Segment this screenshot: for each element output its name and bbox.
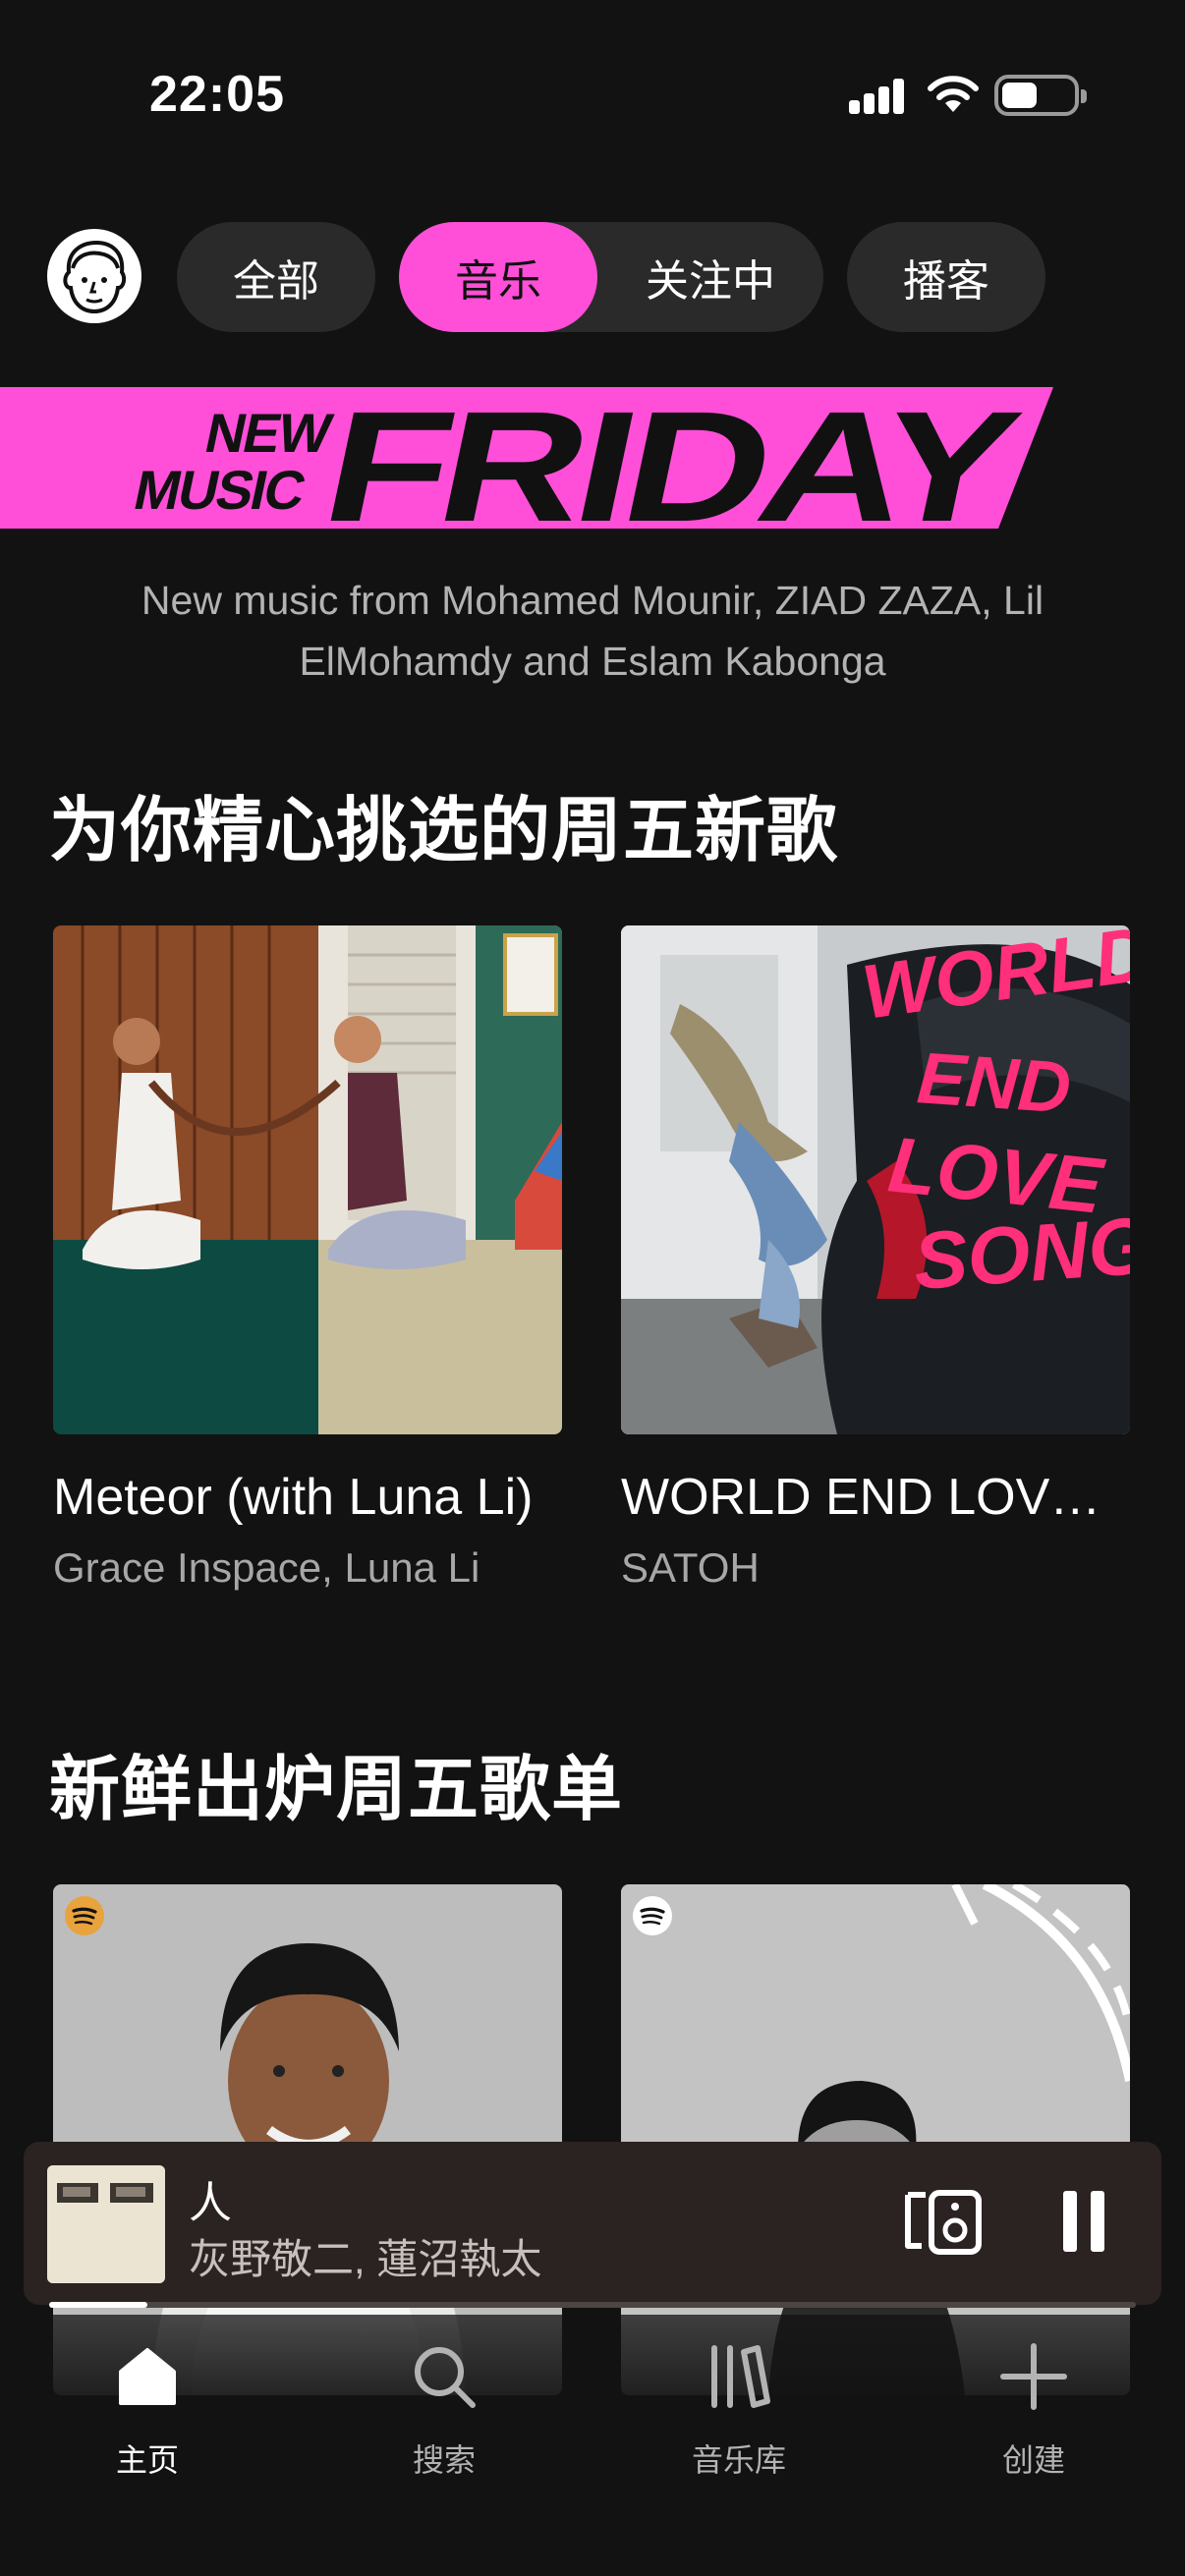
banner-word-music: MUSIC bbox=[129, 460, 310, 521]
art-word-song: SONG bbox=[911, 1201, 1130, 1307]
nav-item-create[interactable]: 创建 bbox=[935, 2342, 1132, 2481]
nav-item-home[interactable]: 主页 bbox=[49, 2342, 246, 2481]
status-bar: 22:05 bbox=[0, 0, 1185, 187]
playback-progress-fill bbox=[49, 2302, 147, 2308]
nav-item-library[interactable]: 音乐库 bbox=[641, 2342, 837, 2481]
track-artist: SATOH bbox=[621, 1544, 760, 1591]
track-card-meteor[interactable]: Meteor (with Luna Li) Grace Inspace, Lun… bbox=[53, 925, 562, 1592]
track-title: WORLD END LOVE SONG bbox=[621, 1469, 1130, 1526]
chip-music[interactable]: 音乐 bbox=[399, 222, 597, 332]
bottom-navigation: 主页 搜索 音乐库 创建 bbox=[0, 2315, 1185, 2576]
nav-item-search[interactable]: 搜索 bbox=[346, 2342, 542, 2481]
nav-label-create: 创建 bbox=[1001, 2442, 1065, 2478]
chip-podcasts[interactable]: 播客 bbox=[847, 222, 1045, 332]
chip-group-music: 音乐 关注中 bbox=[399, 222, 823, 332]
profile-avatar[interactable] bbox=[47, 229, 141, 323]
plus-icon bbox=[1000, 2343, 1067, 2410]
battery-fill bbox=[1002, 83, 1038, 108]
status-time: 22:05 bbox=[149, 66, 285, 123]
pause-icon bbox=[1063, 2191, 1077, 2252]
battery-icon bbox=[994, 75, 1087, 116]
spotify-icon bbox=[65, 1896, 104, 1935]
banner-word-friday: FRIDAY bbox=[310, 387, 1031, 529]
spotify-icon bbox=[633, 1896, 672, 1935]
art-word-end: END bbox=[915, 1036, 1074, 1129]
nav-label-search: 搜索 bbox=[412, 2442, 476, 2478]
section-title-friday-picks: 为你精心挑选的周五新歌 bbox=[49, 792, 839, 870]
track-card-world-end-love-song[interactable]: WORLD END LOVE SONG WORLD END LOVE SONG … bbox=[621, 925, 1130, 1592]
mini-player-artist: 灰野敬二, 蓮沼執太 bbox=[189, 2236, 542, 2282]
home-icon bbox=[119, 2348, 176, 2405]
chip-following[interactable]: 关注中 bbox=[597, 222, 823, 332]
connect-device-icon[interactable] bbox=[904, 2187, 983, 2258]
track-artist: Grace Inspace, Luna Li bbox=[53, 1544, 480, 1591]
pause-button[interactable] bbox=[1059, 2191, 1108, 2256]
section-title-fresh-friday-playlists: 新鲜出炉周五歌单 bbox=[49, 1751, 624, 1829]
album-art-world-end-love-song: WORLD END LOVE SONG bbox=[621, 925, 1130, 1434]
mini-player-album-art bbox=[47, 2165, 165, 2283]
nav-label-library: 音乐库 bbox=[691, 2442, 786, 2478]
chip-all[interactable]: 全部 bbox=[177, 222, 375, 332]
nav-label-home: 主页 bbox=[115, 2442, 179, 2478]
cellular-signal-icon bbox=[849, 79, 906, 114]
mini-player-title: 人 bbox=[189, 2179, 232, 2227]
album-art-meteor bbox=[53, 925, 562, 1434]
banner-description: New music from Mohamed Mounir, ZIAD ZAZA… bbox=[141, 578, 1044, 684]
face-illustration-icon bbox=[63, 240, 127, 314]
banner-word-new: NEW bbox=[199, 403, 337, 464]
playback-progress-bar[interactable] bbox=[49, 2302, 1136, 2308]
new-music-friday-banner[interactable]: NEW MUSIC FRIDAY bbox=[0, 387, 1061, 529]
mini-player[interactable]: 人 灰野敬二, 蓮沼執太 bbox=[24, 2142, 1161, 2305]
track-title: Meteor (with Luna Li) bbox=[53, 1469, 534, 1526]
library-icon bbox=[711, 2345, 770, 2408]
search-icon bbox=[415, 2347, 476, 2408]
wifi-icon bbox=[928, 76, 979, 112]
